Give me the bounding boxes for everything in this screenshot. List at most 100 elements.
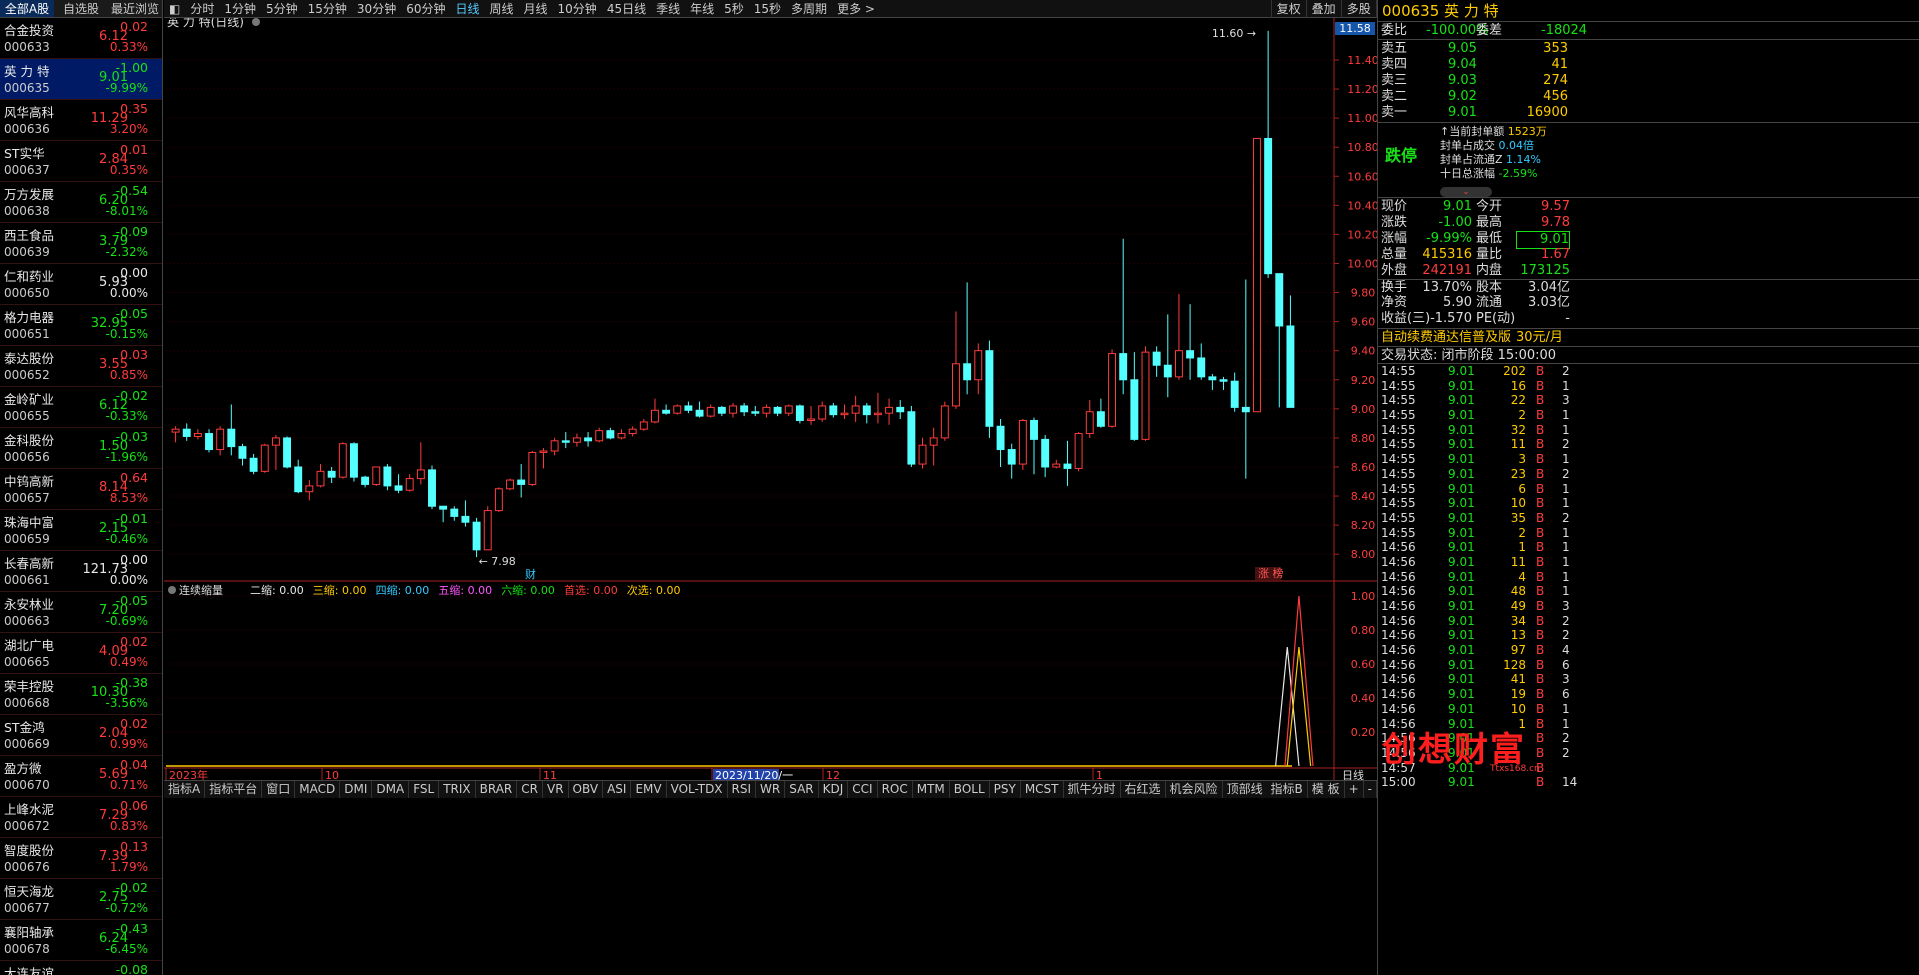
indicator-tab-right[interactable]: + [1345,781,1364,798]
indicator-tab[interactable]: PSY [990,781,1021,798]
indicator-tab[interactable]: FSL [409,781,440,798]
stock-row[interactable]: ST金鸿 000669 2.04 0.02 0.99% [0,715,162,756]
period-button[interactable]: 45日线 [602,0,651,18]
stock-row[interactable]: 格力电器 000651 32.95 -0.05 -0.15% [0,305,162,346]
period-button[interactable]: 周线 [485,0,519,18]
indicator-tab[interactable]: VOL-TDX [667,781,728,798]
stock-row[interactable]: 仁和药业 000650 5.93 0.00 0.00% [0,264,162,305]
stock-row[interactable]: ST实华 000637 2.84 0.01 0.35% [0,141,162,182]
stock-list-tab[interactable]: 全部A股 [0,0,54,17]
sell-level[interactable]: 卖二 9.02 456 [1378,89,1919,105]
period-button[interactable]: 10分钟 [553,0,602,18]
sidebar-toggle-icon[interactable]: ◧ [164,0,185,18]
period-button[interactable]: 日线 [450,0,484,18]
indicator-tab[interactable]: 指标平台 [205,781,263,798]
indicator-tab[interactable]: RSI [728,781,757,798]
indicator-tab-right[interactable]: 模 板 [1308,781,1345,798]
stock-row[interactable]: 珠海中富 000659 2.15 -0.01 -0.46% [0,510,162,551]
stock-name: 风华高科 [4,105,55,120]
indicator-tab[interactable]: SAR [785,781,819,798]
period-button[interactable]: 5秒 [719,0,749,18]
indicator-tab[interactable]: 顶部线 [1223,781,1267,798]
stock-row[interactable]: 智度股份 000676 7.39 0.13 1.79% [0,838,162,879]
indicator-settings-icon[interactable] [168,586,176,594]
period-button[interactable]: 15分钟 [303,0,352,18]
sell-level[interactable]: 卖一 9.01 16900 [1378,105,1919,121]
stock-row[interactable]: 大连友谊 -0.08 [0,961,162,975]
tick-volume: 97 [1510,643,1526,658]
indicator-tab[interactable]: OBV [569,781,604,798]
kline-chart[interactable]: 英 力 特(日线)11.4011.2011.0010.8010.6010.401… [164,14,1379,782]
period-button[interactable]: 季线 [651,0,685,18]
stock-row[interactable]: 合金投资 000633 6.12 0.02 0.33% [0,18,162,59]
indicator-tab[interactable]: CR [517,781,543,798]
indicator-tab[interactable]: WR [756,781,786,798]
period-button[interactable]: 30分钟 [352,0,401,18]
collapse-icon[interactable]: ⌄ [1440,187,1492,197]
stock-list-tab[interactable]: 自选股 [54,0,108,17]
indicator-tab[interactable]: EMV [631,781,667,798]
stock-row[interactable]: 万方发展 000638 6.20 -0.54 -8.01% [0,182,162,223]
indicator-tab[interactable]: KDJ [819,781,849,798]
stock-row[interactable]: 盈方微 000670 5.69 0.04 0.71% [0,756,162,797]
promo-price[interactable]: 30元/月 [1516,329,1563,347]
stock-row[interactable]: 英 力 特 000635 9.01 -1.00 -9.99% [0,59,162,100]
stock-row[interactable]: 泰达股份 000652 3.55 0.03 0.85% [0,346,162,387]
stock-row[interactable]: 上峰水泥 000672 7.29 0.06 0.83% [0,797,162,838]
indicator-tab[interactable]: ASI [603,781,632,798]
candle-body [1197,357,1206,378]
sell-level[interactable]: 卖三 9.03 274 [1378,73,1919,89]
sell-level[interactable]: 卖五 9.05 353 [1378,41,1919,57]
sell-level[interactable]: 卖四 9.04 41 [1378,57,1919,73]
stock-row[interactable]: 湖北广电 000665 4.09 0.02 0.49% [0,633,162,674]
indicator-tab[interactable]: BOLL [950,781,990,798]
period-button[interactable]: 1分钟 [219,0,261,18]
period-button[interactable]: 5分钟 [261,0,303,18]
toolbar-right-button[interactable]: 复权 [1270,0,1306,18]
indicator-tab[interactable]: VR [543,781,569,798]
indicator-tab[interactable]: TRIX [439,781,476,798]
promo-row[interactable]: 自动续费通达信普及版 30元/月 [1378,329,1919,347]
indicator-tab[interactable]: DMI [340,781,373,798]
stock-row[interactable]: 荣丰控股 000668 10.30 -0.38 -3.56% [0,674,162,715]
settings-icon[interactable] [252,18,260,26]
indicator-tab[interactable]: 抓牛分时 [1064,781,1121,798]
indicator-tab[interactable]: MACD [295,781,341,798]
toolbar-right-button[interactable]: 多股 [1340,0,1376,18]
indicator-tab[interactable]: DMA [372,781,410,798]
indicator-tab[interactable]: 指标A [164,781,206,798]
indicator-tab[interactable]: ROC [878,781,913,798]
period-button[interactable]: 分时 [185,0,219,18]
indicator-tab-right[interactable]: - [1364,781,1377,798]
indicator-tab[interactable]: 右红选 [1121,781,1166,798]
stock-row[interactable]: 西王食品 000639 3.79 -0.09 -2.32% [0,223,162,264]
stock-row[interactable]: 永安林业 000663 7.20 -0.05 -0.69% [0,592,162,633]
promo-text[interactable]: 自动续费通达信普及版 [1381,329,1511,347]
toolbar-right-button[interactable]: 叠加 [1305,0,1341,18]
indicator-tab[interactable]: 机会风险 [1166,781,1223,798]
stock-row[interactable]: 长春高新 000661 121.73 0.00 0.00% [0,551,162,592]
period-button[interactable]: 多周期 [786,0,832,18]
period-button[interactable]: 15秒 [749,0,786,18]
stock-row[interactable]: 中钨高新 000657 8.14 0.64 8.53% [0,469,162,510]
period-button[interactable]: 年线 [685,0,719,18]
stock-row[interactable]: 金科股份 000656 1.50 -0.03 -1.96% [0,428,162,469]
stock-row[interactable]: 襄阳轴承 000678 6.24 -0.43 -6.45% [0,920,162,961]
stock-row[interactable]: 恒天海龙 000677 2.75 -0.02 -0.72% [0,879,162,920]
chart-area[interactable]: 英 力 特(日线) 11.40 11.20 11.00 10.80 10.60 10.40 1… [164,14,1379,788]
finance-mark[interactable]: 财 [525,567,536,581]
period-button[interactable]: 60分钟 [401,0,450,18]
tick-list[interactable]: 14:55 9.01 202 B 2 14:55 9.01 16 B 1 14:55 9.01 22 B 3… [1378,364,1919,790]
indicator-tab[interactable]: 窗口 [262,781,296,798]
indicator-tab[interactable]: CCI [848,781,878,798]
period-button[interactable]: 月线 [519,0,553,18]
stock-row[interactable]: 风华高科 000636 11.29 0.35 3.20% [0,100,162,141]
current-price-label: 11.58 [1339,22,1371,35]
indicator-tab-right[interactable]: 指标B [1267,781,1308,798]
stock-row[interactable]: 金岭矿业 000655 6.12 -0.02 -0.33% [0,387,162,428]
period-button[interactable]: 更多 > [832,0,880,18]
indicator-tab[interactable]: MTM [913,781,950,798]
stock-list-tab[interactable]: 最近浏览 [108,0,162,17]
indicator-tab[interactable]: MCST [1021,781,1064,798]
indicator-tab[interactable]: BRAR [476,781,518,798]
